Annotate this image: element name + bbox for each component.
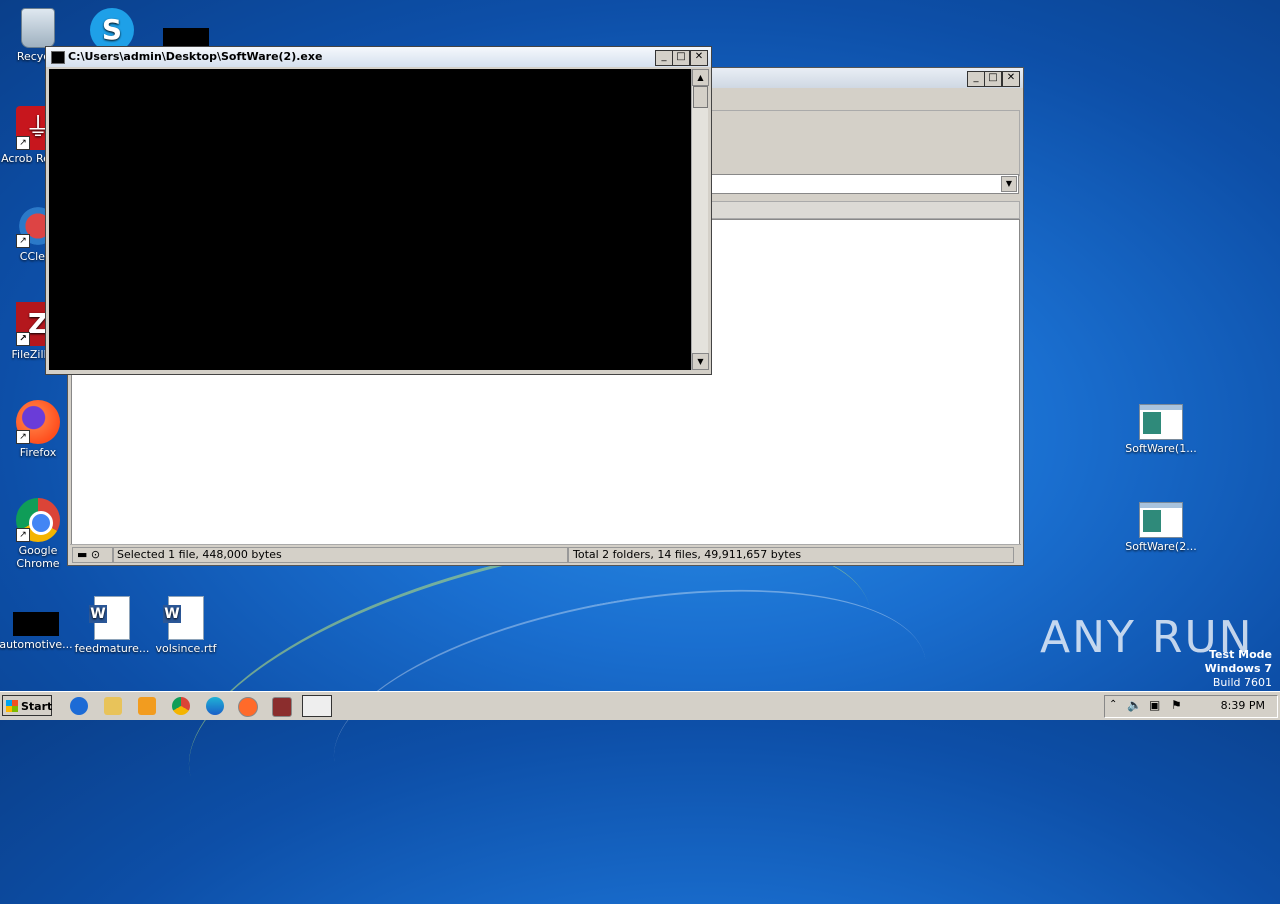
status-total: Total 2 folders, 14 files, 49,911,657 by… (568, 547, 1014, 563)
desktop-icon-label: automotive... (0, 638, 73, 651)
maximize-button[interactable]: □ (672, 50, 690, 66)
application-icon (1139, 404, 1183, 440)
desktop-icon-chrome[interactable]: ↗ Google Chrome (0, 498, 76, 570)
desktop-icon-volsince[interactable]: volsince.rtf (148, 596, 224, 655)
firefox-icon: ↗ (16, 400, 60, 444)
folder-icon[interactable] (104, 697, 122, 715)
close-button[interactable]: ✕ (690, 50, 708, 66)
desktop-icon-software1[interactable]: SoftWare(1... (1123, 398, 1199, 455)
dropdown-arrow-icon[interactable]: ▼ (1001, 176, 1017, 192)
desktop-icon-feedmature[interactable]: feedmature... (74, 596, 150, 655)
action-center-flag-icon[interactable]: ⚑ (1171, 698, 1182, 712)
internet-explorer-icon[interactable] (70, 697, 88, 715)
start-button[interactable]: Start (2, 695, 52, 716)
desktop-icon-label: SoftWare(1... (1125, 442, 1197, 455)
recycle-bin-icon (21, 8, 55, 48)
show-hidden-icons-icon[interactable]: ⌃ (1109, 699, 1117, 710)
desktop-icon-software2[interactable]: SoftWare(2... (1123, 496, 1199, 553)
desktop-icon-label: Firefox (19, 446, 57, 459)
close-button[interactable]: ✕ (1002, 71, 1020, 87)
windows-logo-icon (6, 700, 18, 712)
scroll-up-icon[interactable]: ▲ (692, 69, 709, 86)
word-document-icon (163, 596, 204, 640)
media-player-icon[interactable] (138, 697, 156, 715)
watermark-line: Build 7601 (1212, 676, 1272, 689)
toolbar-area (708, 110, 1020, 176)
scroll-down-icon[interactable]: ▼ (692, 353, 709, 370)
console-icon (51, 51, 65, 64)
firefox-icon[interactable] (238, 697, 258, 717)
desktop-icon-label: feedmature... (74, 642, 150, 655)
desktop-icon-label: Google Chrome (16, 544, 60, 570)
desktop-icon-automotive[interactable]: automotive... (0, 600, 74, 651)
word-document-icon (89, 596, 130, 640)
desktop-icon-black-file[interactable] (148, 16, 224, 48)
desktop-icon-label: volsince.rtf (155, 642, 217, 655)
column-header-row[interactable] (708, 201, 1020, 219)
status-bar: ▬ ⊙ Selected 1 file, 448,000 bytes Total… (70, 544, 1021, 563)
scroll-thumb[interactable] (693, 86, 708, 108)
window-titlebar[interactable]: C:\Users\admin\Desktop\SoftWare(2).exe (46, 47, 711, 67)
edge-icon[interactable] (206, 697, 224, 715)
network-icon[interactable]: ▣ (1149, 698, 1160, 712)
vertical-scrollbar[interactable]: ▲ ▼ (691, 69, 709, 370)
console-taskbar-button[interactable] (302, 695, 332, 717)
winrar-icon[interactable] (272, 697, 292, 717)
status-icons: ▬ ⊙ (72, 547, 114, 563)
window-title: C:\Users\admin\Desktop\SoftWare(2).exe (68, 50, 323, 63)
file-icon (163, 28, 209, 46)
start-label: Start (21, 700, 53, 713)
address-combobox[interactable]: ▼ (708, 174, 1019, 194)
test-mode-watermark: Test Mode Windows 7 Build 7601 (1205, 648, 1272, 690)
application-icon (1139, 502, 1183, 538)
minimize-button[interactable]: _ (655, 50, 673, 66)
console-output[interactable] (49, 69, 691, 370)
watermark-line: Windows 7 (1204, 662, 1272, 675)
maximize-button[interactable]: □ (984, 71, 1002, 87)
desktop-icon-label: SoftWare(2... (1125, 540, 1197, 553)
file-icon (13, 612, 59, 636)
desktop-icon-firefox[interactable]: ↗ Firefox (0, 400, 76, 459)
chrome-icon[interactable] (172, 697, 190, 715)
chrome-icon: ↗ (16, 498, 60, 542)
console-window[interactable]: C:\Users\admin\Desktop\SoftWare(2).exe _… (45, 46, 712, 375)
watermark-line: Test Mode (1209, 648, 1272, 661)
volume-icon[interactable]: 🔈 (1127, 698, 1142, 712)
status-selection: Selected 1 file, 448,000 bytes (112, 547, 568, 563)
system-tray: ⌃ 🔈 ▣ ⚑ 8:39 PM (1104, 695, 1278, 718)
minimize-button[interactable]: _ (967, 71, 985, 87)
taskbar: Start ⌃ 🔈 ▣ ⚑ 8:39 PM (0, 691, 1280, 720)
clock[interactable]: 8:39 PM (1221, 699, 1265, 712)
